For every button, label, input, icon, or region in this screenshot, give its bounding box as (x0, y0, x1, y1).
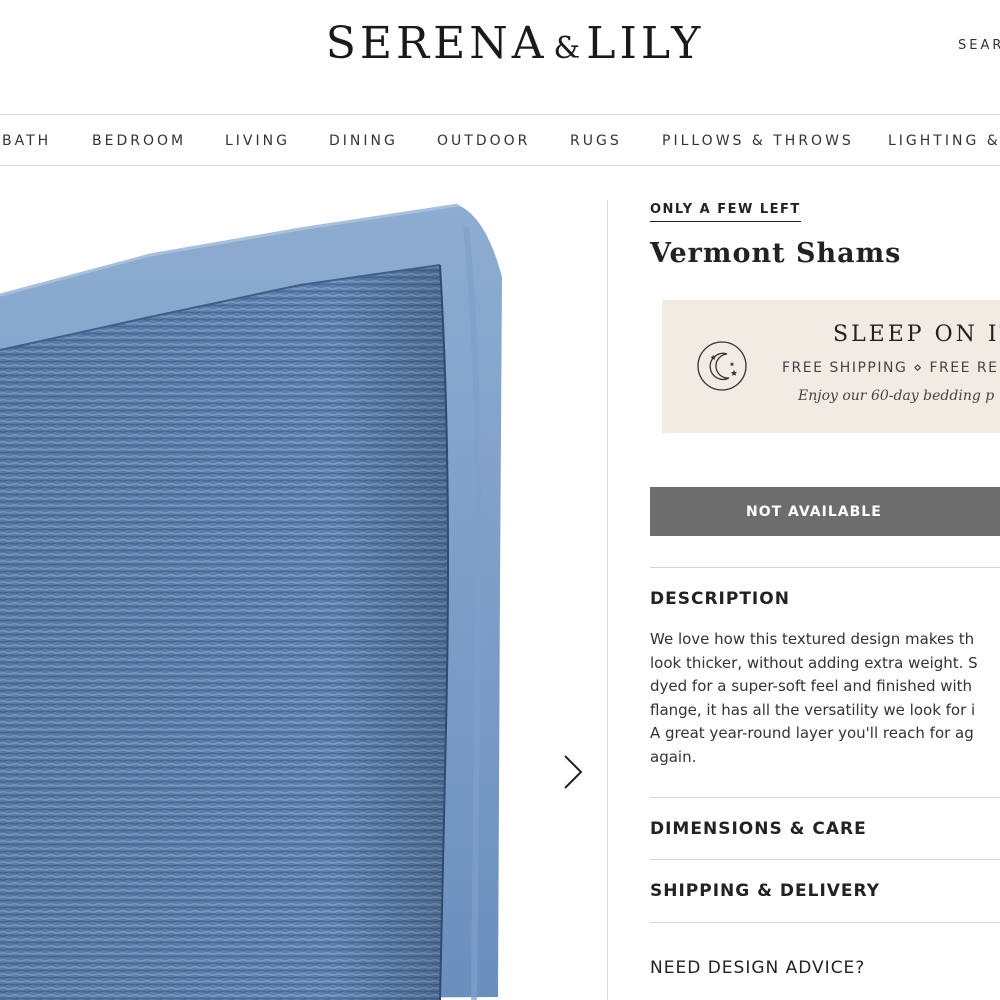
nav-item-outdoor[interactable]: OUTDOOR (437, 133, 530, 149)
shipping-delivery-accordion[interactable]: SHIPPING & DELIVERY (650, 881, 880, 901)
divider (650, 859, 1000, 860)
next-image-button[interactable] (558, 750, 588, 794)
not-available-button[interactable]: NOT AVAILABLE (650, 487, 1000, 536)
not-available-label: NOT AVAILABLE (746, 503, 882, 520)
dimensions-care-accordion[interactable]: DIMENSIONS & CARE (650, 819, 867, 839)
promo-title: SLEEP ON IT (833, 322, 1000, 347)
pillow-sham-illustration (0, 203, 502, 1000)
product-title: Vermont Shams (650, 238, 902, 269)
logo-word-lily: LILY (586, 18, 705, 69)
description-text: We love how this textured design makes t… (650, 628, 1000, 769)
design-advice-link[interactable]: NEED DESIGN ADVICE? (650, 958, 865, 978)
category-nav: BATH BEDROOM LIVING DINING OUTDOOR RUGS … (0, 114, 1000, 166)
promo-subtitle: FREE SHIPPING ⋄ FREE RE (782, 360, 999, 376)
description-line: We love how this textured design makes t… (650, 630, 975, 648)
divider (650, 567, 1000, 568)
description-line: again. (650, 747, 697, 766)
description-line: dyed for a super-soft feel and finished … (650, 677, 973, 695)
chevron-right-icon (564, 755, 583, 789)
nav-item-dining[interactable]: DINING (329, 133, 398, 149)
stock-badge: ONLY A FEW LEFT (650, 202, 801, 222)
brand-logo[interactable]: SERENA & LILY (0, 18, 1000, 69)
column-divider (607, 200, 608, 1000)
description-line: look thicker, without adding extra weigh… (650, 653, 978, 672)
logo-word-serena: SERENA (325, 18, 548, 69)
moon-stars-seal-icon (697, 341, 747, 391)
product-image[interactable] (0, 167, 607, 1000)
nav-item-living[interactable]: LIVING (225, 133, 290, 149)
nav-item-lighting[interactable]: LIGHTING & (888, 133, 1000, 149)
nav-item-bath[interactable]: BATH (2, 133, 51, 149)
search-link[interactable]: SEAR (958, 38, 1000, 53)
divider (650, 922, 1000, 923)
nav-item-bedroom[interactable]: BEDROOM (92, 133, 186, 149)
promo-banner[interactable]: SLEEP ON IT FREE SHIPPING ⋄ FREE RE Enjo… (662, 300, 1000, 433)
description-line: flange, it has all the versatility we lo… (650, 700, 976, 719)
nav-item-rugs[interactable]: RUGS (570, 133, 622, 149)
nav-item-pillows-throws[interactable]: PILLOWS & THROWS (662, 133, 854, 149)
logo-ampersand: & (553, 31, 581, 66)
description-line: A great year-round layer you'll reach fo… (650, 724, 974, 742)
promo-note: Enjoy our 60-day bedding p (798, 388, 995, 404)
divider (650, 797, 1000, 798)
description-heading[interactable]: DESCRIPTION (650, 589, 790, 609)
